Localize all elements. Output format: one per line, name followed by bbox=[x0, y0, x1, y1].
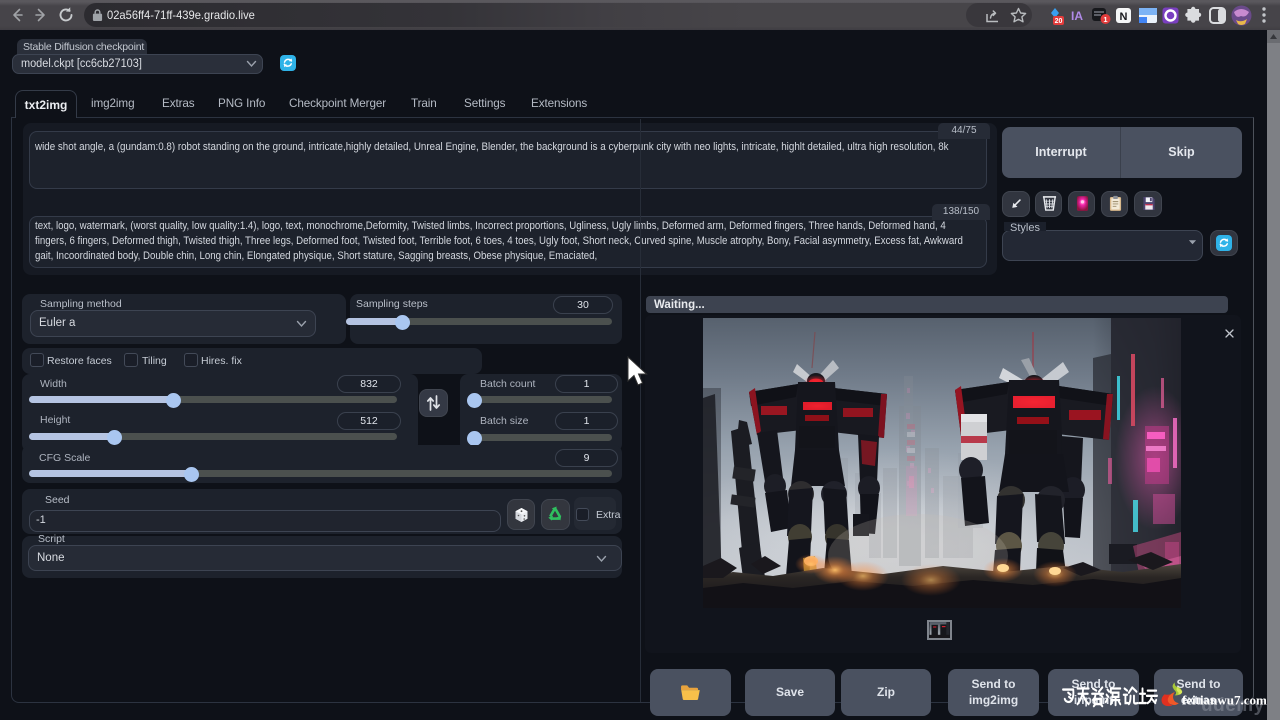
svg-text:IA: IA bbox=[1071, 9, 1083, 23]
svg-text:1: 1 bbox=[1103, 15, 1107, 24]
svg-text:20: 20 bbox=[1055, 18, 1063, 25]
svg-text:N: N bbox=[1120, 11, 1128, 23]
svg-text:feitianwu7.com: feitianwu7.com bbox=[1182, 693, 1267, 708]
